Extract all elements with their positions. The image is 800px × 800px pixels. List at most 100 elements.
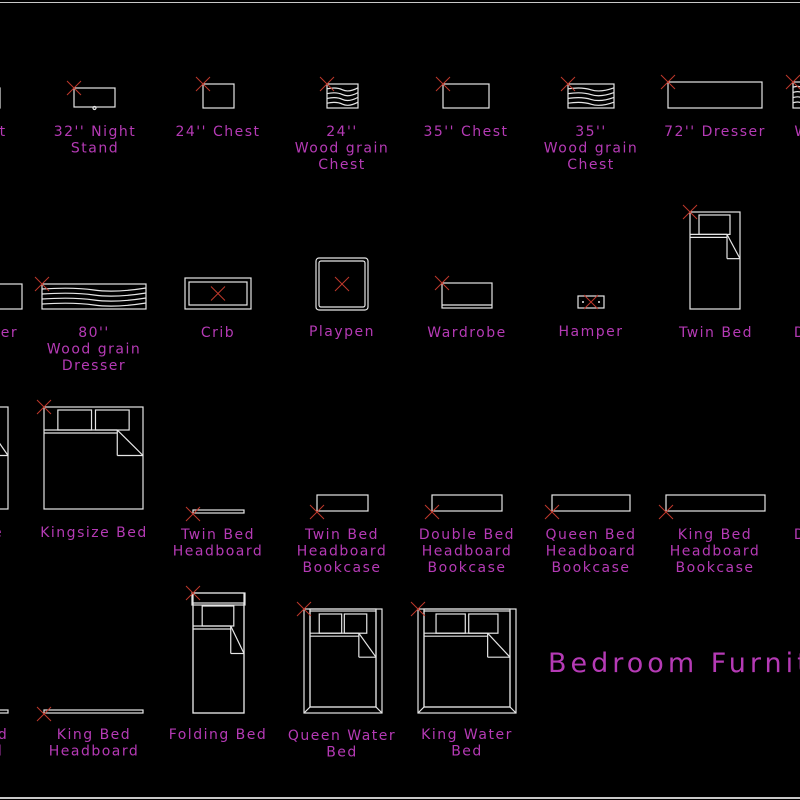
block-headboard-partial[interactable]: edd	[0, 709, 9, 760]
block-twin-bed-headboard[interactable]: Twin Bed Headboard	[173, 506, 264, 560]
label-line: Folding Bed	[169, 727, 268, 743]
block-label: Folding Bed	[169, 727, 268, 743]
block-wood-grain-chest-24[interactable]: 24'' Wood grain Chest	[295, 76, 389, 173]
label-line: 32'' Night	[54, 124, 137, 140]
block-label: 35'' Wood grain Chest	[544, 124, 638, 173]
block-dresser-partial[interactable]: ser	[0, 283, 23, 341]
pillow	[318, 613, 343, 634]
label-line: King Water	[421, 727, 513, 743]
block-label: Twin Bed	[678, 325, 753, 341]
outline	[442, 83, 490, 109]
block-label: Hamper	[559, 324, 624, 340]
block-folding-bed[interactable]: Folding Bed	[169, 585, 268, 743]
label-line: Chest	[318, 157, 366, 173]
label-line: Wood grain	[295, 141, 389, 157]
pillow	[343, 613, 368, 634]
sheet-fold	[487, 632, 511, 658]
label-line: Wood grain	[47, 342, 141, 358]
block-label: W	[794, 124, 800, 140]
grain-line	[567, 101, 615, 106]
knob	[92, 105, 97, 111]
bed-frame	[43, 406, 144, 510]
block-label: Double Bed Headboard Bookcase	[419, 527, 515, 576]
outline	[73, 87, 116, 108]
block-wood-grain-chest-35[interactable]: 35'' Wood grain Chest	[544, 76, 638, 173]
label-line: Headboard	[297, 544, 388, 560]
label-line: Headboard	[546, 544, 637, 560]
block-playpen[interactable]: Playpen	[309, 257, 375, 340]
block-wood-grain-partial[interactable]: W	[785, 74, 800, 140]
headboard	[43, 709, 144, 714]
block-label: D	[794, 325, 800, 341]
block-chest-35[interactable]: 35'' Chest	[423, 76, 508, 140]
block-label: 24'' Wood grain Chest	[295, 124, 389, 173]
bed-frame	[192, 602, 245, 714]
grain-line	[41, 302, 147, 307]
block-night-stand-partial[interactable]: nt	[0, 87, 7, 140]
insertion-point-icon	[185, 506, 201, 522]
label-line: Wardrobe	[427, 325, 506, 341]
bookcase	[316, 494, 369, 512]
sheet-fold	[0, 442, 9, 456]
sheet-fold	[726, 234, 741, 259]
block-double-bed-partial[interactable]: D	[794, 325, 800, 341]
label-line: Bed	[326, 745, 358, 761]
line	[375, 706, 383, 714]
label-line: 80''	[78, 325, 110, 341]
block-label: Kingsize Bed	[40, 525, 148, 541]
pillow	[468, 613, 499, 634]
block-label: Playpen	[309, 324, 375, 340]
block-twin-bed[interactable]: Twin Bed	[678, 204, 753, 341]
block-king-bed-headboard-bookcase[interactable]: King Bed Headboard Bookcase	[658, 494, 766, 576]
grain-line	[41, 292, 147, 297]
block-king-bed-headboard[interactable]: King Bed Headboard	[36, 706, 144, 760]
label-line: Bookcase	[551, 560, 630, 576]
block-queensize-bed-partial[interactable]: e	[0, 406, 9, 541]
block-label: ser	[0, 325, 18, 341]
block-headboard-bookcase-partial[interactable]: D	[794, 527, 800, 543]
pillow	[435, 613, 466, 634]
block-double-bed-headboard-bookcase[interactable]: Double Bed Headboard Bookcase	[419, 494, 515, 576]
drawing-title: Bedroom Furniture	[548, 648, 800, 679]
block-kingsize-bed[interactable]: Kingsize Bed	[36, 399, 148, 541]
block-night-stand-32[interactable]: 32'' Night Stand	[54, 80, 137, 157]
block-label: 32'' Night Stand	[54, 124, 137, 157]
block-twin-bed-headboard-bookcase[interactable]: Twin Bed Headboard Bookcase	[297, 494, 388, 576]
grain-line	[41, 297, 147, 302]
grain-line	[792, 96, 800, 99]
label-line: 24''	[326, 124, 358, 140]
label-line: 35'' Chest	[423, 124, 508, 140]
block-label: nt	[0, 124, 7, 140]
label-line: Twin Bed	[678, 325, 753, 341]
block-hamper[interactable]: Hamper	[559, 294, 624, 340]
bookcase	[431, 494, 503, 512]
block-queen-bed-headboard-bookcase[interactable]: Queen Bed Headboard Bookcase	[544, 494, 637, 576]
block-chest-24[interactable]: 24'' Chest	[175, 76, 260, 140]
block-wardrobe[interactable]: Wardrobe	[427, 275, 506, 341]
insertion-point-icon	[334, 276, 350, 292]
label-line: Bookcase	[675, 560, 754, 576]
block-wood-grain-dresser-80[interactable]: 80'' Wood grain Dresser	[34, 276, 147, 374]
label-line: Bookcase	[427, 560, 506, 576]
pillow	[201, 605, 235, 627]
outline	[667, 81, 763, 109]
block-king-water-bed[interactable]: King Water Bed	[410, 601, 517, 760]
block-dresser-72[interactable]: 72'' Dresser	[660, 74, 766, 140]
block-label: Queen Bed Headboard Bookcase	[545, 527, 636, 576]
block-crib[interactable]: Crib	[184, 277, 252, 341]
sheet-fold	[230, 625, 245, 654]
label-line: Queen Water	[288, 728, 396, 744]
pillow	[57, 409, 93, 431]
block-label: D	[794, 527, 800, 543]
label-line: Stand	[71, 141, 119, 157]
line	[509, 706, 517, 714]
grain-line	[567, 96, 615, 102]
block-queen-water-bed[interactable]: Queen Water Bed	[288, 601, 396, 761]
block-label: e	[0, 525, 3, 541]
water-bed-mattress	[423, 608, 511, 708]
insertion-point-icon	[583, 294, 599, 310]
cad-drawing-canvas[interactable]: nt32'' NightStand24'' Chest24''Wood grai…	[0, 0, 800, 800]
grain-line	[567, 92, 615, 97]
grain-line	[326, 92, 359, 97]
label-line: nt	[0, 124, 7, 140]
